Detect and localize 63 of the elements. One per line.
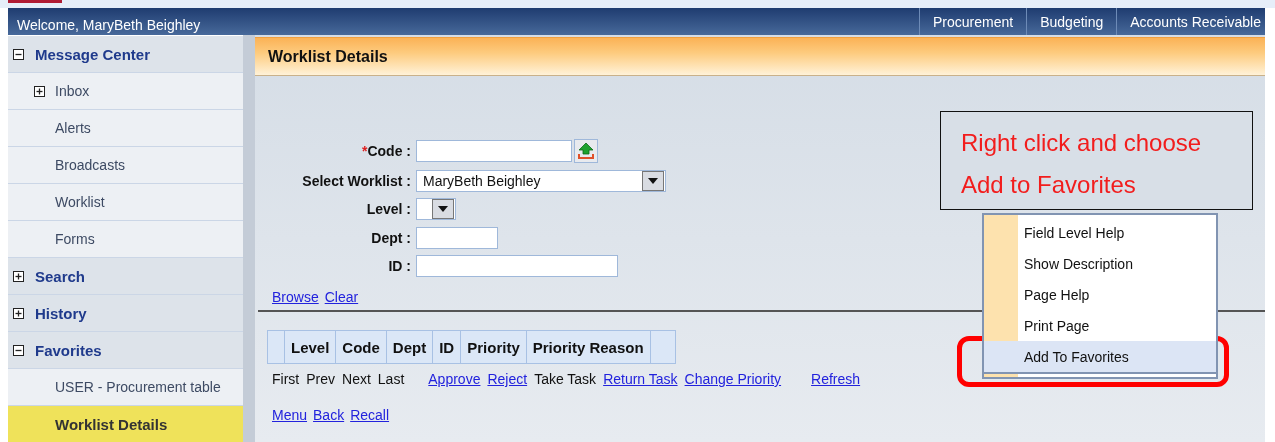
field-label: ID : <box>387 258 411 274</box>
sidebar-item[interactable]: USER - Procurement table <box>8 369 243 406</box>
column-header[interactable]: Code <box>335 330 387 364</box>
form-link[interactable]: Clear <box>324 289 359 305</box>
welcome-text: Welcome, MaryBeth Beighley <box>16 15 201 33</box>
menu-item[interactable]: Field Level Help <box>984 217 1216 248</box>
callout-text: Add to Favorites <box>961 170 1137 200</box>
caret-icon <box>648 177 658 184</box>
collapse-icon[interactable] <box>13 344 24 356</box>
expand-icon[interactable] <box>13 270 24 282</box>
pager-text: First <box>272 371 300 387</box>
logo-strip <box>8 0 62 3</box>
input-field[interactable] <box>416 255 618 277</box>
expand-icon[interactable] <box>13 307 24 319</box>
select-field[interactable]: MaryBeth Beighley <box>416 169 666 192</box>
sidebar-group[interactable]: Message Center <box>8 36 243 73</box>
caret-icon <box>438 206 448 212</box>
input-field[interactable] <box>416 140 572 162</box>
sidebar-group[interactable]: History <box>8 295 243 332</box>
action-text: Take Task <box>534 371 597 387</box>
form-link[interactable]: Browse <box>272 289 319 305</box>
sidebar-group[interactable]: Favorites <box>8 332 243 369</box>
nav-link[interactable]: Recall <box>350 407 390 423</box>
sidebar-item[interactable]: Broadcasts <box>8 147 243 184</box>
pager-text: Last <box>377 371 405 387</box>
field-label: Select Worklist : <box>301 172 411 189</box>
action-link[interactable]: Reject <box>487 371 528 387</box>
table-header-cell <box>267 330 285 364</box>
action-link[interactable]: Return Task <box>603 371 678 387</box>
action-link[interactable]: Change Priority <box>684 371 782 387</box>
sidebar-item[interactable]: Worklist Details <box>8 406 243 442</box>
nav-link[interactable]: Back <box>313 407 345 423</box>
sidebar-item[interactable]: Inbox <box>8 73 243 110</box>
pager-text: Prev <box>306 371 335 387</box>
menu-item[interactable]: Add To Favorites <box>984 341 1216 374</box>
arrow-up-tray-icon <box>577 142 595 160</box>
action-link[interactable]: Refresh <box>811 371 861 387</box>
table-header-cell <box>650 330 676 364</box>
sidebar-item[interactable]: Alerts <box>8 110 243 147</box>
column-header[interactable]: Level <box>284 330 336 364</box>
sidebar-item[interactable]: Worklist <box>8 184 243 221</box>
sidebar-item[interactable]: Forms <box>8 221 243 258</box>
menu-item[interactable]: Print Page <box>984 310 1216 341</box>
field-label: Level : <box>365 201 411 217</box>
menu-item[interactable]: Page Help <box>984 279 1216 310</box>
pager-text: Next <box>342 371 371 387</box>
column-header[interactable]: ID <box>432 330 461 364</box>
field-label: *Code : <box>361 143 411 159</box>
field-label: Dept : <box>370 229 411 246</box>
action-link[interactable]: Approve <box>428 371 481 387</box>
sidebar-group[interactable]: Search <box>8 258 243 295</box>
input-field[interactable] <box>416 226 498 249</box>
select-field[interactable] <box>416 198 456 220</box>
expand-icon[interactable] <box>34 85 45 97</box>
column-header[interactable]: Dept <box>386 330 433 364</box>
lookup-button[interactable] <box>574 139 598 163</box>
menu-item[interactable]: Show Description <box>984 248 1216 279</box>
column-header[interactable]: Priority <box>460 330 527 364</box>
collapse-icon[interactable] <box>13 48 24 60</box>
callout-text: Right click and choose <box>961 128 1203 158</box>
column-header[interactable]: Priority Reason <box>526 330 651 364</box>
nav-link[interactable]: Menu <box>272 407 308 423</box>
page-title: Worklist Details <box>255 37 1265 76</box>
